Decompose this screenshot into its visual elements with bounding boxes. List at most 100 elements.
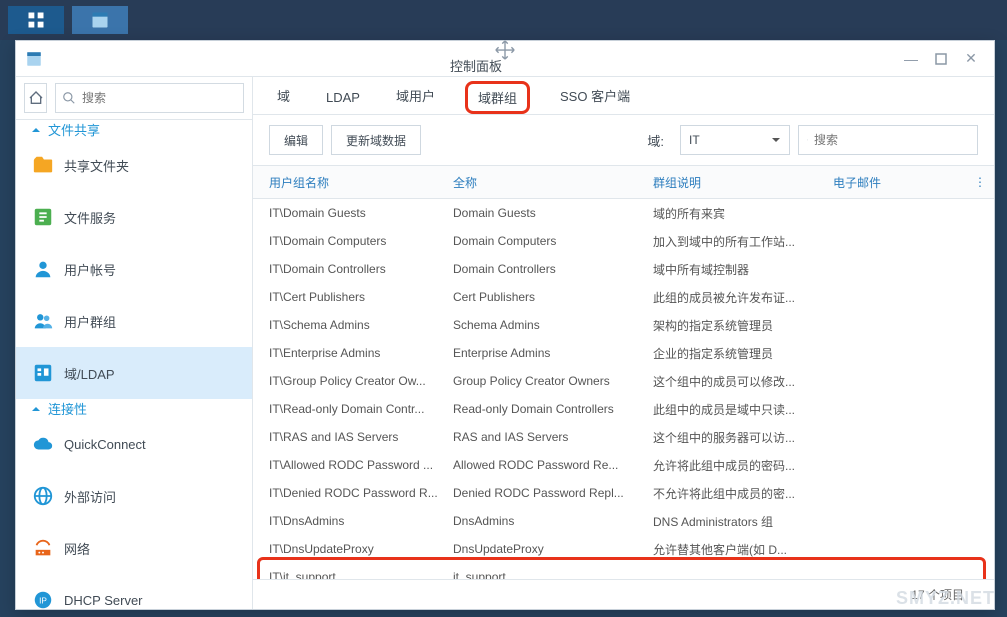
cell-full: Domain Computers [453, 234, 653, 248]
table-row[interactable]: IT\it_supportit_support [253, 563, 994, 579]
sidebar-item-label: 域/LDAP [64, 364, 115, 383]
sidebar-item-label: 网络 [64, 539, 90, 558]
col-group-name[interactable]: 用户组名称 [253, 174, 453, 191]
table-row[interactable]: IT\Cert PublishersCert Publishers此组的成员被允… [253, 283, 994, 311]
tab-域[interactable]: 域 [271, 78, 296, 114]
table-row[interactable]: IT\Domain ControllersDomain Controllers域… [253, 255, 994, 283]
table-row[interactable]: IT\Schema AdminsSchema Admins架构的指定系统管理员 [253, 311, 994, 339]
filter-icon [807, 133, 808, 147]
sidebar-item-globe[interactable]: 外部访问 [16, 470, 252, 522]
panel-icon [90, 10, 110, 30]
sidebar-item-user[interactable]: 用户帐号 [16, 243, 252, 295]
cell-full: DnsUpdateProxy [453, 542, 653, 556]
tab-域群组[interactable]: 域群组 [465, 81, 530, 114]
table-row[interactable]: IT\Domain GuestsDomain Guests域的所有来宾 [253, 199, 994, 227]
taskbar-apps[interactable] [8, 6, 64, 34]
cell-desc: DNS Administrators 组 [653, 513, 833, 530]
window-icon [16, 50, 52, 68]
control-panel-window: 控制面板 — ✕ 文件共享 共享文件夹文件服务用户帐号用户群组域 [15, 40, 995, 610]
col-email[interactable]: 电子邮件 [833, 174, 966, 191]
table-row[interactable]: IT\DnsAdminsDnsAdminsDNS Administrators … [253, 507, 994, 535]
minimize-button[interactable]: — [900, 48, 922, 70]
maximize-button[interactable] [930, 48, 952, 70]
tab-SSO 客户端[interactable]: SSO 客户端 [554, 78, 636, 114]
taskbar [0, 0, 1007, 40]
cell-full: Cert Publishers [453, 290, 653, 304]
table-row[interactable]: IT\Denied RODC Password R...Denied RODC … [253, 479, 994, 507]
table-row[interactable]: IT\DnsUpdateProxyDnsUpdateProxy允许替其他客户端(… [253, 535, 994, 563]
cell-desc: 这个组中的成员可以修改... [653, 373, 833, 390]
sidebar-item-cloud[interactable]: QuickConnect [16, 418, 252, 470]
cell-desc: 允许将此组中成员的密码... [653, 457, 833, 474]
svg-text:IP: IP [39, 597, 47, 606]
sidebar-item-domain[interactable]: 域/LDAP [16, 347, 252, 399]
cell-desc: 域中所有域控制器 [653, 261, 833, 278]
cell-group: IT\Domain Controllers [253, 262, 453, 276]
cell-group: IT\DnsAdmins [253, 514, 453, 528]
user-icon [32, 258, 54, 280]
table-row[interactable]: IT\Group Policy Creator Ow...Group Polic… [253, 367, 994, 395]
cell-desc: 企业的指定系统管理员 [653, 345, 833, 362]
cell-full: it_support [453, 570, 653, 579]
toolbar: 编辑 更新域数据 域: IT [253, 115, 994, 165]
cell-group: IT\Enterprise Admins [253, 346, 453, 360]
sidebar-item-group[interactable]: 用户群组 [16, 295, 252, 347]
cell-full: Allowed RODC Password Re... [453, 458, 653, 472]
table-search[interactable] [798, 125, 978, 155]
move-handle-icon[interactable] [494, 39, 516, 66]
sidebar-item-label: 共享文件夹 [64, 156, 129, 175]
domain-label: 域: [647, 131, 664, 150]
col-description[interactable]: 群组说明 [653, 174, 833, 191]
cell-full: Enterprise Admins [453, 346, 653, 360]
sidebar-list-connectivity: QuickConnect外部访问网络 IPDHCP Server [16, 418, 252, 609]
table: 用户组名称 全称 群组说明 电子邮件 ⋮ IT\Domain GuestsDom… [253, 165, 994, 579]
chevron-down-icon [771, 135, 781, 145]
refresh-button[interactable]: 更新域数据 [331, 125, 421, 155]
table-search-input[interactable] [814, 133, 969, 147]
globe-icon [32, 485, 54, 507]
cell-desc: 此组中的成员是域中只读... [653, 401, 833, 418]
cell-full: Denied RODC Password Repl... [453, 486, 653, 500]
section-file-sharing[interactable]: 文件共享 [16, 120, 252, 139]
section-connectivity[interactable]: 连接性 [16, 399, 252, 418]
sidebar-item-label: 用户帐号 [64, 260, 116, 279]
table-row[interactable]: IT\Read-only Domain Contr...Read-only Do… [253, 395, 994, 423]
cell-desc: 域的所有来宾 [653, 205, 833, 222]
edit-button[interactable]: 编辑 [269, 125, 323, 155]
file-service-icon [32, 206, 54, 228]
tab-域用户[interactable]: 域用户 [390, 78, 441, 114]
sidebar-search-input[interactable] [82, 91, 237, 105]
table-footer: 17 个项目 [253, 579, 994, 609]
sidebar-item-label: 用户群组 [64, 312, 116, 331]
close-button[interactable]: ✕ [960, 48, 982, 70]
sidebar-search[interactable] [55, 83, 244, 113]
cell-full: Read-only Domain Controllers [453, 402, 653, 416]
tab-LDAP[interactable]: LDAP [320, 82, 366, 114]
sidebar-item-dhcp[interactable]: IPDHCP Server [16, 574, 252, 609]
search-icon [62, 91, 76, 105]
table-row[interactable]: IT\Domain ComputersDomain Computers加入到域中… [253, 227, 994, 255]
group-icon [32, 310, 54, 332]
sidebar: 文件共享 共享文件夹文件服务用户帐号用户群组域/LDAP 连接性 QuickCo… [16, 77, 253, 609]
domain-icon [32, 362, 54, 384]
cell-desc: 不允许将此组中成员的密... [653, 485, 833, 502]
domain-select[interactable]: IT [680, 125, 790, 155]
cell-group: IT\Allowed RODC Password ... [253, 458, 453, 472]
col-more-button[interactable]: ⋮ [966, 175, 994, 189]
sidebar-item-router[interactable]: 网络 [16, 522, 252, 574]
sidebar-item-folder[interactable]: 共享文件夹 [16, 139, 252, 191]
folder-icon [32, 154, 54, 176]
router-icon [32, 537, 54, 559]
chevron-up-icon [30, 124, 42, 136]
home-button[interactable] [24, 83, 47, 113]
table-row[interactable]: IT\Allowed RODC Password ...Allowed RODC… [253, 451, 994, 479]
cell-group: IT\Group Policy Creator Ow... [253, 374, 453, 388]
col-full-name[interactable]: 全称 [453, 174, 653, 191]
table-row[interactable]: IT\RAS and IAS ServersRAS and IAS Server… [253, 423, 994, 451]
sidebar-item-file-service[interactable]: 文件服务 [16, 191, 252, 243]
table-row[interactable]: IT\Enterprise AdminsEnterprise Admins企业的… [253, 339, 994, 367]
cell-group: IT\Cert Publishers [253, 290, 453, 304]
taskbar-control-panel[interactable] [72, 6, 128, 34]
sidebar-item-label: 文件服务 [64, 208, 116, 227]
cell-group: IT\it_support [253, 570, 453, 579]
